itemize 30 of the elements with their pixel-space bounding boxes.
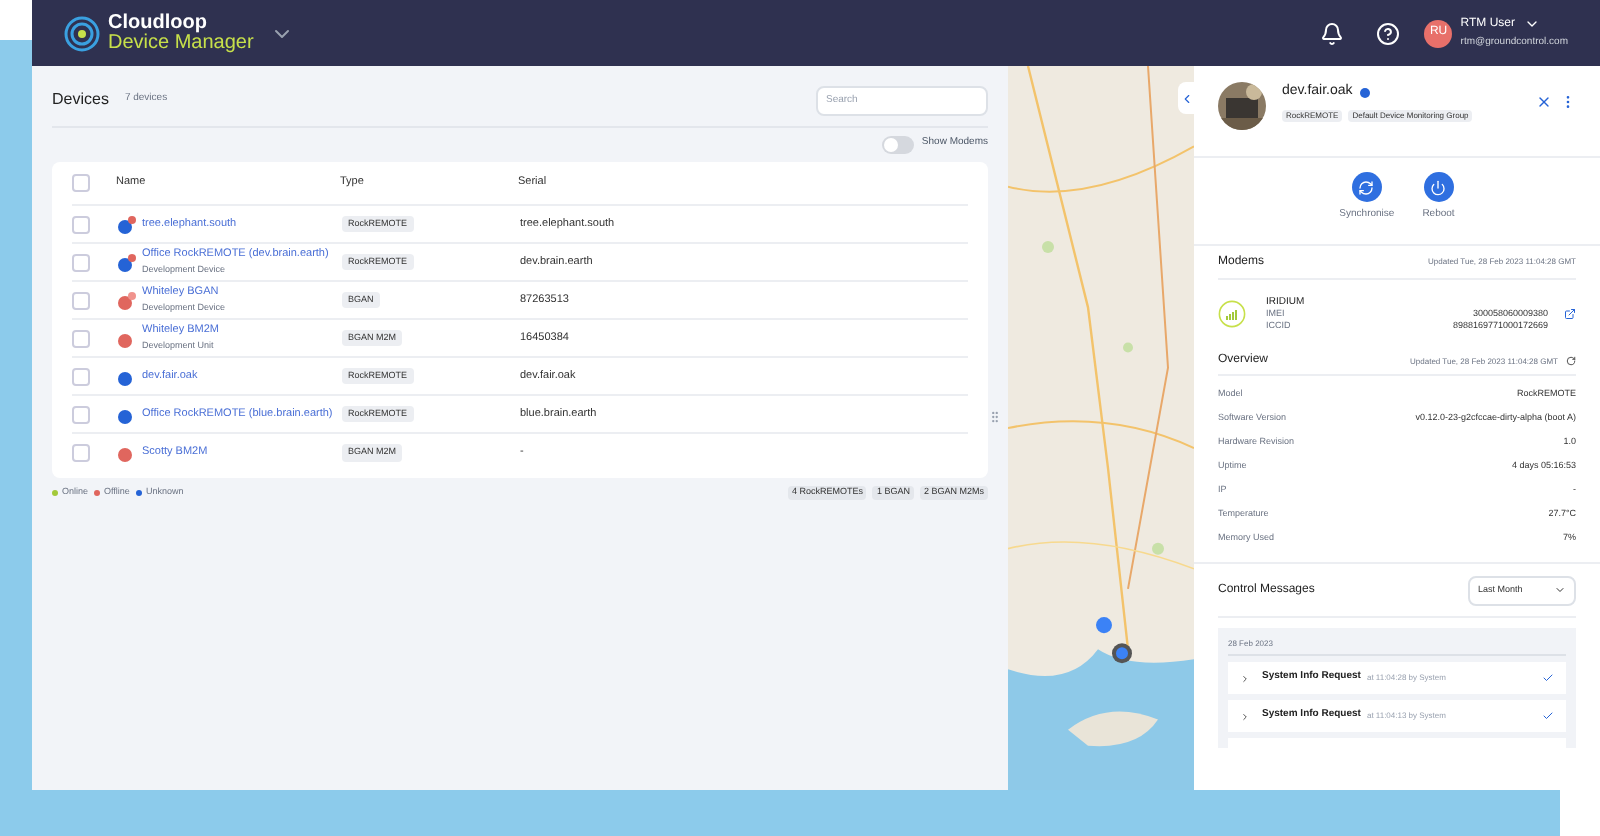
- help-icon[interactable]: [1376, 21, 1401, 45]
- checkbox[interactable]: [72, 215, 90, 233]
- caret-icon[interactable]: [1523, 16, 1540, 32]
- drag-handle-icon[interactable]: [988, 410, 1002, 424]
- toggle-switch[interactable]: [881, 135, 914, 153]
- refresh-icon[interactable]: [1566, 356, 1576, 366]
- power-icon: [1430, 179, 1447, 195]
- check-icon: [1542, 710, 1554, 722]
- close-icon[interactable]: [1536, 94, 1552, 110]
- expand-icon: [1240, 673, 1250, 683]
- notifications-icon[interactable]: [1320, 21, 1345, 45]
- caret-icon: [1554, 584, 1566, 596]
- checkbox[interactable]: [72, 253, 90, 271]
- logo-icon: [64, 15, 100, 51]
- checkbox[interactable]: [72, 367, 90, 385]
- checkbox[interactable]: [72, 291, 90, 309]
- sync-icon: [1358, 179, 1375, 195]
- checkbox[interactable]: [72, 174, 90, 192]
- expand-icon: [1240, 711, 1250, 721]
- checkbox[interactable]: [72, 405, 90, 423]
- chevron-left-icon: [1179, 91, 1193, 105]
- checkbox[interactable]: [72, 444, 90, 462]
- collapse-button[interactable]: [1178, 82, 1194, 114]
- signal-icon: [1218, 300, 1246, 328]
- check-icon: [1542, 672, 1554, 684]
- brand-name: Cloudloop: [108, 13, 209, 33]
- brand-subtitle: Device Manager: [108, 33, 254, 53]
- page-title: Devices: [52, 88, 109, 112]
- external-link-icon[interactable]: [1564, 308, 1576, 320]
- checkbox[interactable]: [72, 329, 90, 347]
